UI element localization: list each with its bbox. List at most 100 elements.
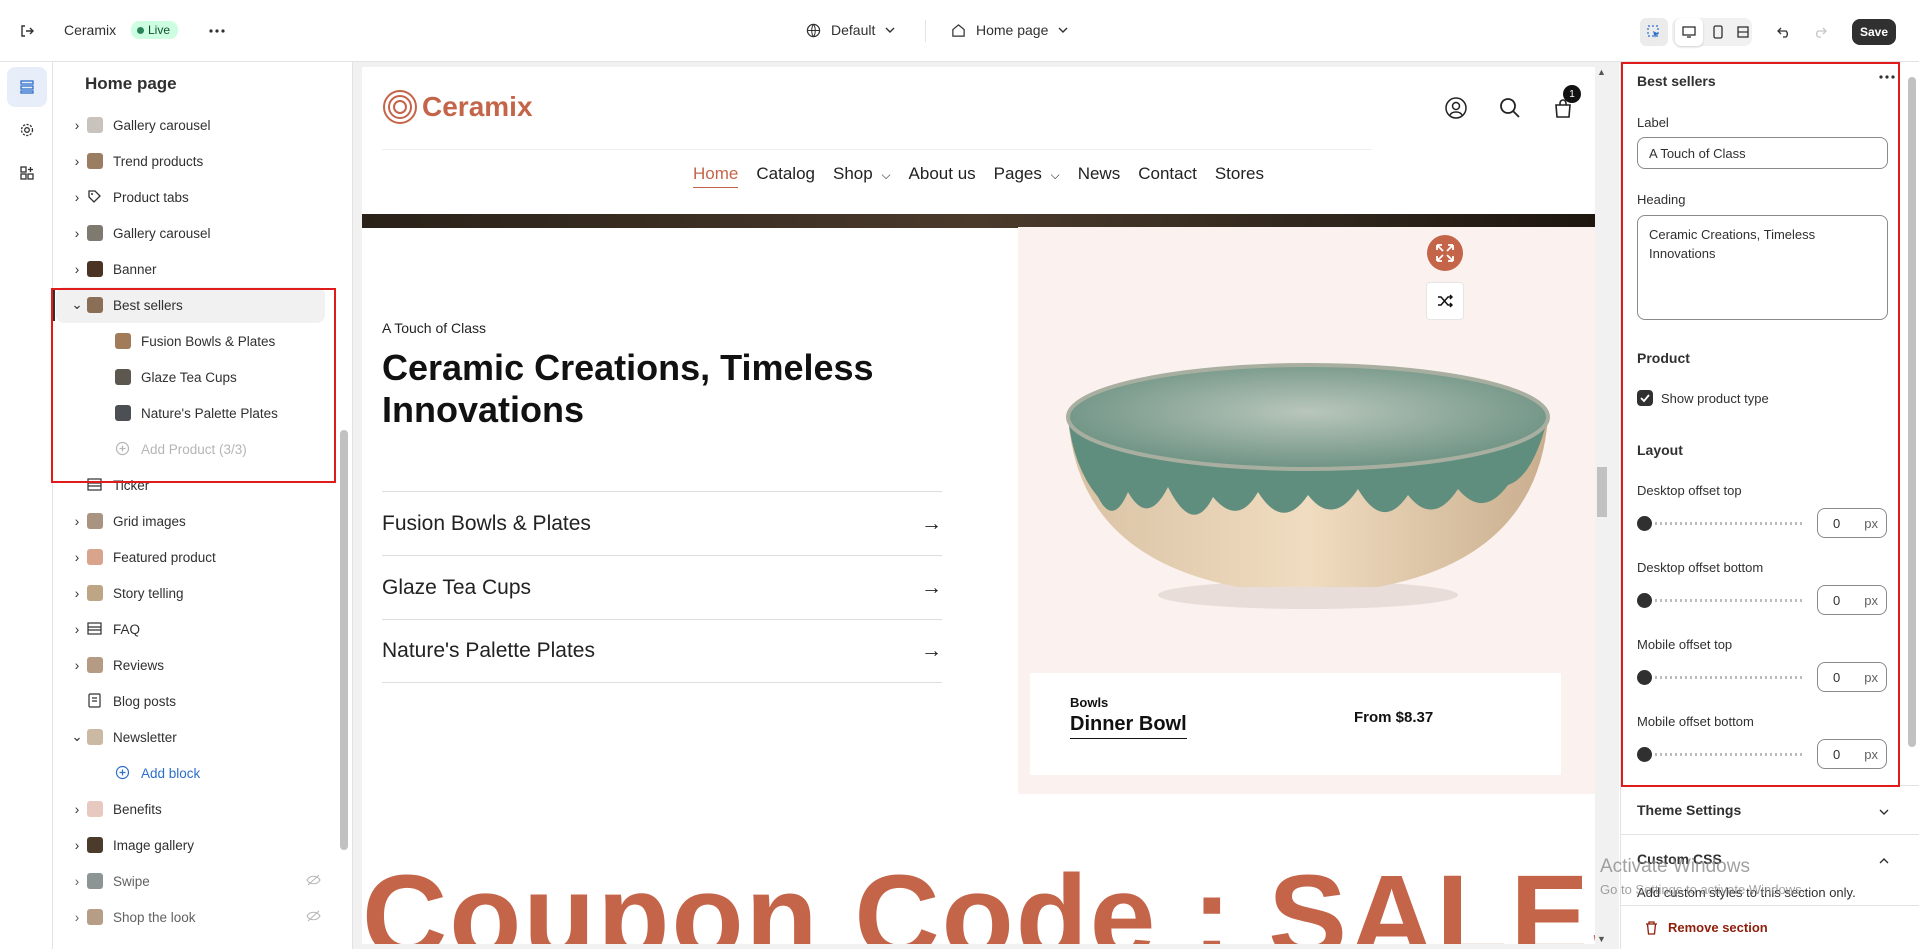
product-card[interactable]: Bowls Dinner Bowl From $8.37 (1030, 673, 1561, 775)
thumbnail-icon (87, 657, 103, 673)
store-logo[interactable]: Ceramix (382, 89, 533, 125)
globe-icon (806, 23, 821, 37)
chevron-right-icon[interactable]: › (71, 550, 83, 565)
expand-icon[interactable] (1427, 235, 1463, 271)
section-item[interactable]: › Swipe (53, 863, 335, 899)
chevron-right-icon[interactable]: › (71, 802, 83, 817)
section-label: Gallery carousel (113, 117, 211, 133)
watermark-subtitle: Go to Settings to activate Windows. (1600, 882, 1806, 897)
nav-news[interactable]: News (1078, 164, 1121, 184)
thumbnail-icon (87, 549, 103, 565)
chevron-right-icon[interactable]: › (71, 118, 83, 133)
desktop-icon[interactable] (1675, 18, 1703, 46)
section-item[interactable]: › Image gallery (53, 827, 335, 863)
chevron-right-icon[interactable]: › (71, 586, 83, 601)
chevron-right-icon[interactable]: › (71, 838, 83, 853)
live-badge: Live (131, 21, 179, 39)
remove-section-button[interactable]: Remove section (1621, 905, 1919, 949)
product-link[interactable]: Fusion Bowls & Plates → (382, 491, 942, 555)
theme-select[interactable]: Default (806, 22, 895, 38)
divider (925, 20, 926, 42)
inspector-icon[interactable] (1640, 18, 1668, 46)
section-item[interactable]: ⌄ Newsletter (53, 719, 335, 755)
exit-icon[interactable] (13, 17, 41, 45)
scroll-thumb[interactable] (1908, 77, 1916, 747)
eye-hidden-icon[interactable] (306, 910, 321, 925)
nav-shop[interactable]: Shop ⌵ (833, 164, 891, 184)
section-label: Featured product (113, 549, 216, 565)
chevron-down-icon[interactable]: ⌄ (71, 729, 83, 744)
chevron-right-icon[interactable]: › (71, 874, 83, 889)
thumbnail-icon (87, 909, 103, 925)
section-item[interactable]: › Featured product (53, 539, 335, 575)
chevron-right-icon[interactable]: › (71, 226, 83, 241)
nav-pages[interactable]: Pages ⌵ (994, 164, 1060, 184)
section-item[interactable]: › Grid images (53, 503, 335, 539)
nav-catalog[interactable]: Catalog (756, 164, 815, 184)
chevron-right-icon[interactable]: › (71, 190, 83, 205)
section-item[interactable]: › Gallery carousel (53, 215, 335, 251)
eye-hidden-icon[interactable] (306, 874, 321, 889)
chevron-right-icon[interactable]: › (71, 658, 83, 673)
search-icon[interactable] (1499, 97, 1521, 124)
section-item[interactable]: › FAQ (53, 611, 335, 647)
thumbnail-icon (87, 153, 103, 169)
section-label: Benefits (113, 801, 162, 817)
theme-settings-toggle[interactable]: Theme Settings (1621, 785, 1919, 834)
nav-contact[interactable]: Contact (1138, 164, 1197, 184)
add-block-label: Add block (141, 765, 201, 781)
mobile-icon[interactable] (1704, 18, 1732, 46)
section-item[interactable]: › Gallery carousel (53, 107, 335, 143)
section-label: Gallery carousel (113, 225, 211, 241)
section-label: Image gallery (113, 837, 195, 853)
top-bar: Ceramix Live Default Home page Save (0, 0, 1919, 62)
live-badge-label: Live (148, 23, 171, 37)
chevron-up-icon (1879, 851, 1889, 867)
section-item[interactable]: Blog posts (53, 683, 335, 719)
section-label: Banner (113, 261, 157, 277)
more-icon[interactable] (203, 17, 231, 45)
scroll-up-icon[interactable]: ▲ (1597, 67, 1606, 77)
nav-stores[interactable]: Stores (1215, 164, 1264, 184)
chevron-right-icon[interactable]: › (71, 262, 83, 277)
chevron-right-icon[interactable]: › (71, 154, 83, 169)
account-icon[interactable] (1445, 97, 1467, 124)
sections-icon[interactable] (7, 67, 47, 107)
page-select[interactable]: Home page (951, 22, 1068, 38)
settings-scrollbar[interactable] (1906, 62, 1918, 903)
sidebar-scrollbar[interactable] (338, 110, 350, 946)
chevron-right-icon[interactable]: › (71, 910, 83, 925)
scroll-down-icon[interactable]: ▼ (1597, 934, 1606, 944)
section-item[interactable]: › Story telling (53, 575, 335, 611)
product-link[interactable]: Glaze Tea Cups → (382, 555, 942, 619)
scroll-thumb[interactable] (340, 430, 348, 850)
section-item[interactable]: › Shop the look (53, 899, 335, 935)
chevron-right-icon[interactable]: › (71, 622, 83, 637)
tag-icon (87, 189, 103, 205)
thumbnail-icon (87, 117, 103, 133)
section-item[interactable]: › Trend products (53, 143, 335, 179)
gear-icon[interactable] (7, 110, 47, 150)
product-link[interactable]: Nature's Palette Plates → (382, 619, 942, 683)
fullwidth-icon[interactable] (1733, 18, 1753, 46)
nav-about[interactable]: About us (909, 164, 976, 184)
shuffle-icon[interactable] (1426, 282, 1464, 320)
section-item[interactable]: › Product tabs (53, 179, 335, 215)
save-button[interactable]: Save (1852, 19, 1896, 45)
trash-icon (1646, 920, 1657, 935)
add-block-button[interactable]: Add block (53, 755, 335, 791)
section-item[interactable]: › Reviews (53, 647, 335, 683)
section-label: Shop the look (113, 909, 196, 925)
icon-rail (0, 62, 53, 949)
chevron-right-icon[interactable]: › (71, 514, 83, 529)
nav-home[interactable]: Home (693, 164, 739, 188)
apps-icon[interactable] (7, 153, 47, 193)
scroll-thumb[interactable] (1597, 467, 1607, 517)
product-title[interactable]: Dinner Bowl (1070, 713, 1187, 739)
section-item[interactable]: › Benefits (53, 791, 335, 827)
redo-icon[interactable] (1806, 18, 1834, 46)
undo-icon[interactable] (1770, 18, 1798, 46)
chevron-down-icon (1879, 802, 1889, 818)
preview-scrollbar[interactable]: ▲ ▼ (1595, 67, 1609, 944)
section-item[interactable]: › Banner (53, 251, 335, 287)
